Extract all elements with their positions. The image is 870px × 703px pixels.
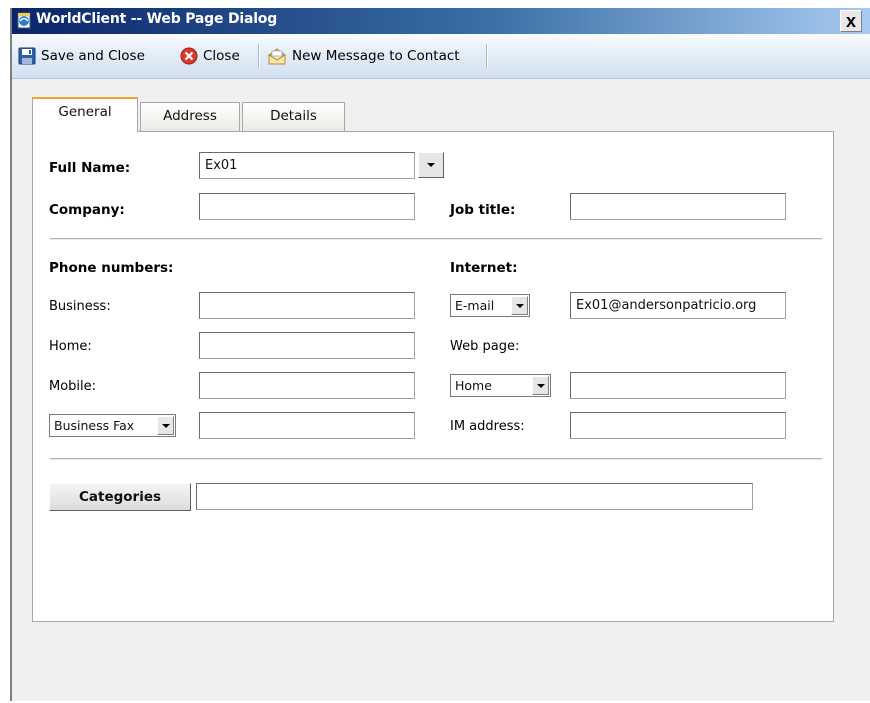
floppy-disk-icon bbox=[18, 47, 36, 65]
chevron-down-icon bbox=[157, 416, 174, 435]
toolbar-separator bbox=[486, 44, 488, 68]
envelope-icon bbox=[267, 48, 287, 65]
im-address-label: IM address: bbox=[450, 419, 525, 434]
im-address-input[interactable] bbox=[570, 412, 786, 439]
general-tab-panel: Full Name: Ex01 Company: Job title: Phon… bbox=[32, 131, 834, 622]
home-phone-input[interactable] bbox=[199, 332, 415, 359]
title-bar[interactable]: WorldClient -- Web Page Dialog x bbox=[12, 8, 870, 34]
mobile-phone-label: Mobile: bbox=[49, 379, 97, 394]
window-title: WorldClient -- Web Page Dialog bbox=[36, 11, 278, 27]
save-and-close-button[interactable]: Save and Close bbox=[18, 46, 145, 66]
new-message-label: New Message to Contact bbox=[292, 48, 460, 64]
email-type-value: E-mail bbox=[455, 298, 495, 313]
full-name-dropdown-button[interactable] bbox=[418, 152, 444, 178]
toolbar-separator bbox=[258, 44, 260, 68]
mobile-phone-input[interactable] bbox=[199, 372, 415, 399]
company-label: Company: bbox=[49, 202, 125, 218]
dialog-window: WorldClient -- Web Page Dialog x Save an… bbox=[10, 8, 870, 701]
web-page-input[interactable] bbox=[570, 372, 786, 399]
web-page-type-value: Home bbox=[455, 378, 492, 393]
ie-page-icon bbox=[17, 12, 31, 29]
fax-input[interactable] bbox=[199, 412, 415, 439]
email-type-select[interactable]: E-mail bbox=[450, 294, 530, 317]
web-page-type-select[interactable]: Home bbox=[450, 374, 551, 397]
tab-details-label: Details bbox=[270, 108, 317, 124]
job-title-input[interactable] bbox=[570, 193, 786, 220]
full-name-label: Full Name: bbox=[49, 160, 131, 176]
categories-input[interactable] bbox=[196, 483, 753, 510]
close-button[interactable]: Close bbox=[180, 46, 240, 66]
new-message-to-contact-button[interactable]: New Message to Contact bbox=[267, 46, 460, 66]
window-close-button[interactable]: x bbox=[840, 10, 862, 32]
tab-details[interactable]: Details bbox=[242, 102, 345, 131]
chevron-down-icon bbox=[532, 376, 549, 395]
full-name-input[interactable]: Ex01 bbox=[199, 152, 415, 179]
section-divider bbox=[50, 458, 822, 460]
web-page-label: Web page: bbox=[450, 339, 520, 354]
red-x-circle-icon bbox=[180, 47, 198, 65]
chevron-down-icon bbox=[511, 296, 528, 315]
email-input[interactable]: Ex01@andersonpatricio.org bbox=[570, 292, 786, 319]
save-and-close-label: Save and Close bbox=[41, 48, 145, 64]
company-input[interactable] bbox=[199, 193, 415, 220]
tab-address-label: Address bbox=[163, 108, 217, 124]
internet-heading: Internet: bbox=[450, 260, 518, 276]
section-divider bbox=[50, 238, 822, 240]
close-label: Close bbox=[203, 48, 240, 64]
tab-general-label: General bbox=[58, 104, 112, 120]
toolbar: Save and Close Close New Message to Cont… bbox=[12, 34, 870, 79]
tab-address[interactable]: Address bbox=[140, 102, 240, 131]
fax-type-select[interactable]: Business Fax bbox=[49, 414, 176, 437]
phone-numbers-heading: Phone numbers: bbox=[49, 260, 174, 276]
tab-general[interactable]: General bbox=[32, 97, 138, 132]
fax-type-value: Business Fax bbox=[54, 418, 135, 433]
home-phone-label: Home: bbox=[49, 339, 92, 354]
job-title-label: Job title: bbox=[450, 202, 516, 218]
business-phone-label: Business: bbox=[49, 299, 111, 314]
business-phone-input[interactable] bbox=[199, 292, 415, 319]
categories-button[interactable]: Categories bbox=[49, 483, 191, 511]
